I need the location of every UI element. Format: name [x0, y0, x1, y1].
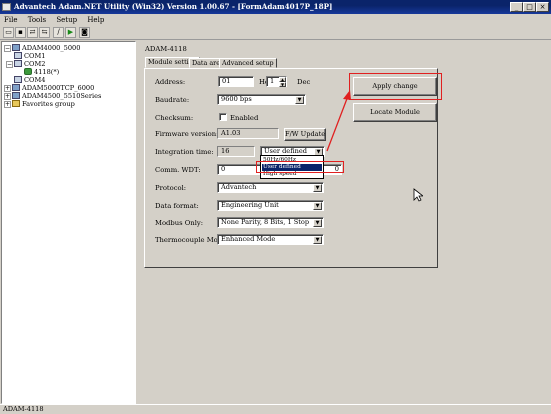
status-bar: ADAM-4118	[0, 404, 551, 414]
annotation-arrow	[326, 90, 351, 152]
mouse-cursor-icon	[413, 188, 423, 202]
